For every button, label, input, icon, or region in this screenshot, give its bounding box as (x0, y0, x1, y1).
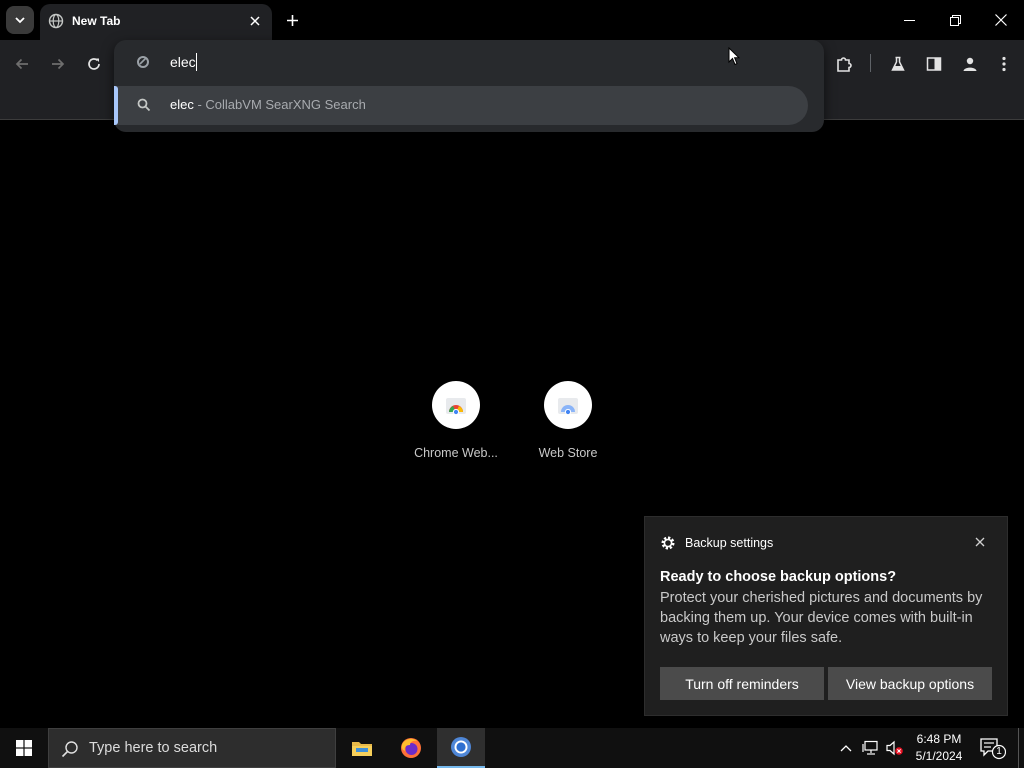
flask-icon (891, 56, 905, 71)
minimize-button[interactable] (886, 0, 932, 40)
tab-search-button[interactable] (6, 6, 34, 34)
firefox-taskbar-button[interactable] (387, 728, 435, 768)
puzzle-piece-icon (837, 57, 852, 72)
notification-body: Protect your cherished pictures and docu… (660, 590, 983, 646)
close-icon (250, 16, 260, 26)
close-icon (975, 537, 985, 547)
shortcut-web-store[interactable]: Web Store (518, 381, 618, 471)
shortcut-label: Web Store (538, 446, 598, 460)
suggestion-description: - CollabVM SearXNG Search (193, 97, 366, 112)
search-engine-icon (137, 56, 149, 68)
minimize-icon (903, 19, 915, 21)
close-icon (995, 14, 1007, 26)
taskbar-search-box[interactable]: Type here to search (48, 728, 336, 768)
network-icon (862, 740, 878, 755)
network-button[interactable] (861, 738, 881, 758)
clock-time: 6:48 PM (916, 732, 962, 746)
plus-icon (286, 14, 298, 26)
tab-strip: New Tab (0, 0, 1024, 40)
extensions-button[interactable] (830, 50, 858, 78)
tab-close-button[interactable] (244, 10, 266, 32)
taskbar-search-placeholder: Type here to search (89, 740, 218, 756)
suggestion-query: elec (170, 97, 194, 112)
text-caret (196, 53, 197, 71)
tab-title: New Tab (72, 14, 121, 28)
show-desktop-button[interactable] (1018, 728, 1024, 768)
restore-button[interactable] (932, 0, 978, 40)
address-bar-input[interactable]: elec (170, 52, 196, 72)
globe-icon (48, 13, 64, 29)
file-explorer-taskbar-button[interactable] (338, 728, 386, 768)
web-store-icon (558, 398, 578, 415)
more-vertical-icon (1002, 56, 1006, 72)
reload-button[interactable] (80, 50, 108, 78)
arrow-left-icon (15, 58, 28, 70)
start-button[interactable] (0, 728, 48, 768)
system-clock[interactable]: 6:48 PM 5/1/2024 (908, 731, 970, 765)
search-icon (61, 741, 78, 758)
new-tab-button[interactable] (280, 8, 304, 32)
volume-button[interactable] (885, 738, 905, 758)
labs-button[interactable] (884, 50, 912, 78)
search-icon (137, 98, 151, 112)
tab-new-tab[interactable]: New Tab (40, 4, 272, 40)
clock-date: 5/1/2024 (915, 749, 963, 763)
taskbar: Type here to search 6:48 PM 5/1/2024 1 (0, 728, 1024, 768)
chrome-taskbar-button[interactable] (437, 728, 485, 768)
action-center-button[interactable]: 1 (978, 736, 1007, 760)
profile-button[interactable] (956, 50, 984, 78)
side-panel-button[interactable] (920, 50, 948, 78)
toolbar-separator (870, 54, 871, 72)
suggestion-text: elec - CollabVM SearXNG Search (170, 97, 366, 112)
shortcut-tile (544, 381, 592, 429)
chrome-web-store-icon (446, 398, 466, 415)
person-icon (963, 57, 977, 71)
suggestion-selected-indicator (114, 86, 118, 125)
shortcut-tile (432, 381, 480, 429)
turn-off-reminders-button[interactable]: Turn off reminders (660, 667, 824, 700)
chevron-up-icon (840, 745, 852, 752)
close-window-button[interactable] (978, 0, 1024, 40)
show-hidden-icons-button[interactable] (836, 738, 856, 758)
restore-icon (949, 14, 961, 26)
chevron-down-icon (15, 17, 25, 24)
chrome-icon (451, 737, 471, 757)
notification-app-name: Backup settings (685, 536, 774, 550)
mouse-cursor-icon (728, 47, 740, 66)
back-button[interactable] (8, 50, 36, 78)
notification-title: Ready to choose backup options? (660, 569, 897, 585)
menu-button[interactable] (990, 50, 1018, 78)
gear-icon (661, 536, 675, 550)
forward-button[interactable] (44, 50, 72, 78)
backup-notification: Backup settings Ready to choose backup o… (644, 516, 1008, 716)
shortcut-label: Chrome Web... (414, 446, 498, 460)
shortcut-chrome-web-store[interactable]: Chrome Web... (406, 381, 506, 471)
notification-close-button[interactable] (971, 533, 989, 551)
arrow-right-icon (52, 58, 65, 70)
side-panel-icon (926, 57, 942, 71)
view-backup-options-button[interactable]: View backup options (828, 667, 992, 700)
folder-icon (352, 742, 372, 756)
notification-count-badge: 1 (996, 746, 1002, 757)
omnibox-suggestion[interactable]: elec - CollabVM SearXNG Search (114, 86, 808, 125)
firefox-icon (401, 738, 421, 758)
speaker-muted-icon (886, 740, 903, 756)
reload-icon (88, 58, 100, 70)
windows-logo-icon (16, 740, 32, 756)
